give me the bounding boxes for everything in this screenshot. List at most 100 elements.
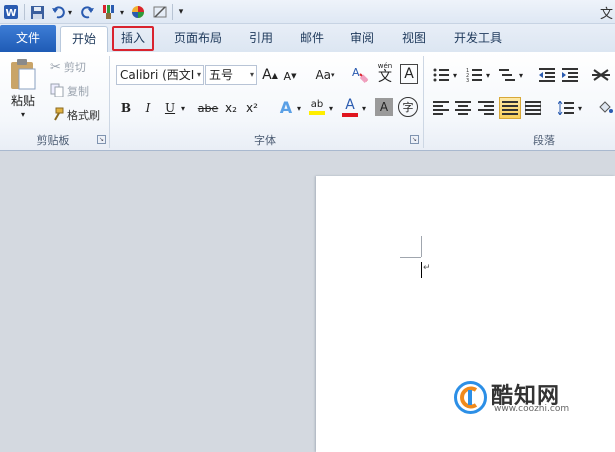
underline-button[interactable]: U (162, 98, 178, 118)
increase-indent-icon (562, 68, 578, 82)
superscript-button[interactable]: x² (243, 98, 261, 118)
font-name-dropdown-icon[interactable]: ▾ (197, 66, 201, 84)
font-color-label: A (345, 96, 355, 113)
align-left-icon (433, 101, 449, 115)
brush-icon[interactable] (100, 3, 118, 21)
bold-button[interactable]: B (118, 98, 134, 118)
highlight-color-swatch (309, 111, 325, 115)
change-case-button[interactable]: Aa ▾ (311, 65, 339, 85)
paragraph-mark-icon: ↵ (423, 263, 431, 273)
phonetic-guide-icon: 文 (378, 68, 392, 85)
font-color-button[interactable]: A (341, 96, 359, 118)
shading-button[interactable] (595, 97, 615, 117)
paste-dropdown-icon[interactable]: ▾ (16, 108, 30, 120)
draw-table-icon[interactable] (152, 3, 168, 21)
character-border-button[interactable]: A (400, 64, 418, 84)
text-effects-button[interactable]: A (276, 96, 296, 118)
watermark-url: www.coozhi.com (494, 404, 570, 414)
qa-separator (172, 4, 173, 20)
page-margin-mark (400, 257, 421, 258)
copy-icon (50, 83, 64, 100)
increase-indent-button[interactable] (560, 65, 580, 85)
highlight-dropdown-icon[interactable]: ▾ (327, 98, 335, 118)
multilevel-list-icon (499, 69, 515, 81)
text-cursor (421, 262, 422, 278)
decrease-indent-button[interactable] (537, 65, 557, 85)
scissors-icon: ✂ (50, 59, 61, 75)
numbering-button[interactable]: 123 (464, 65, 484, 85)
font-size-combo[interactable]: 五号 ▾ (205, 65, 257, 85)
highlight-label: ab (310, 99, 324, 110)
character-shading-button[interactable]: A (375, 98, 393, 116)
highlight-color-button[interactable]: ab (307, 96, 327, 118)
tab-page-layout[interactable]: 页面布局 (166, 26, 230, 52)
undo-dropdown-icon[interactable]: ▾ (66, 3, 74, 21)
paste-button-label[interactable]: 粘贴 (5, 92, 41, 108)
clear-format-button[interactable]: A (349, 63, 371, 85)
align-right-button[interactable] (476, 98, 496, 118)
redo-icon[interactable] (80, 3, 96, 21)
watermark-logo (454, 381, 487, 414)
justify-icon (502, 101, 518, 115)
font-size-value: 五号 (209, 68, 234, 82)
font-size-dropdown-icon[interactable]: ▾ (250, 66, 254, 84)
numbering-dropdown-icon[interactable]: ▾ (484, 65, 492, 85)
grow-font-icon: A (262, 67, 272, 83)
text-effects-dropdown-icon[interactable]: ▾ (295, 98, 303, 118)
svg-text:A: A (352, 66, 360, 79)
shrink-font-button[interactable]: A ▼ (281, 67, 299, 85)
justify-button[interactable] (499, 97, 521, 119)
format-painter-button[interactable]: 格式刷 (50, 106, 100, 124)
tab-developer[interactable]: 开发工具 (446, 26, 510, 52)
tab-view[interactable]: 视图 (396, 26, 432, 52)
copy-button[interactable]: 复制 (50, 82, 89, 100)
grow-font-button[interactable]: A ▲ (261, 65, 279, 85)
font-group-label: 字体 (254, 134, 276, 147)
change-case-icon: Aa (315, 68, 332, 82)
strikethrough-button[interactable]: abe (196, 98, 220, 118)
multilevel-list-button[interactable] (497, 65, 517, 85)
clipboard-dialog-launcher[interactable]: ↘ (97, 135, 106, 144)
italic-button[interactable]: I (140, 98, 156, 118)
tab-file[interactable]: 文件 (0, 25, 56, 52)
line-spacing-dropdown-icon[interactable]: ▾ (576, 98, 584, 118)
page-margin-mark (421, 236, 422, 257)
qa-separator (24, 4, 25, 20)
align-center-button[interactable] (453, 98, 473, 118)
customize-quick-access-icon[interactable]: ▾ (176, 3, 186, 21)
clear-format-icon: A (352, 66, 369, 83)
character-border-icon: A (404, 66, 414, 82)
undo-icon[interactable] (50, 3, 66, 21)
align-left-button[interactable] (431, 98, 451, 118)
paste-icon[interactable] (6, 56, 40, 92)
brush-dropdown-icon[interactable]: ▾ (118, 3, 126, 21)
chinese-layout-icon (592, 69, 610, 81)
distributed-button[interactable] (523, 98, 543, 118)
clipboard-group-label: 剪贴板 (36, 134, 70, 147)
color-wheel-icon[interactable] (130, 3, 146, 21)
bullets-dropdown-icon[interactable]: ▾ (451, 65, 459, 85)
font-name-combo[interactable]: Calibri (西文I ▾ (116, 65, 204, 85)
line-spacing-button[interactable] (556, 98, 576, 118)
svg-text:3: 3 (466, 78, 469, 82)
subscript-button[interactable]: x₂ (222, 98, 240, 118)
tab-review[interactable]: 审阅 (344, 26, 380, 52)
insert-tab-highlight-box (112, 26, 154, 51)
font-color-dropdown-icon[interactable]: ▾ (360, 98, 368, 118)
phonetic-guide-button[interactable]: wén 文 (374, 61, 396, 85)
word-app-icon[interactable]: W (2, 3, 20, 21)
bullets-button[interactable] (431, 65, 451, 85)
underline-dropdown-icon[interactable]: ▾ (178, 98, 188, 118)
save-icon[interactable] (28, 3, 46, 21)
numbering-icon: 123 (466, 68, 482, 82)
tab-references[interactable]: 引用 (243, 26, 279, 52)
font-dialog-launcher[interactable]: ↘ (410, 135, 419, 144)
shrink-font-icon: A (283, 69, 292, 83)
cut-button[interactable]: ✂ 剪切 (50, 58, 86, 76)
chinese-layout-button[interactable] (590, 65, 612, 85)
svg-text:W: W (5, 8, 16, 19)
enclose-characters-button[interactable]: 字 (398, 97, 418, 117)
multilevel-list-dropdown-icon[interactable]: ▾ (517, 65, 525, 85)
tab-home[interactable]: 开始 (60, 26, 108, 52)
tab-mailings[interactable]: 邮件 (294, 26, 330, 52)
